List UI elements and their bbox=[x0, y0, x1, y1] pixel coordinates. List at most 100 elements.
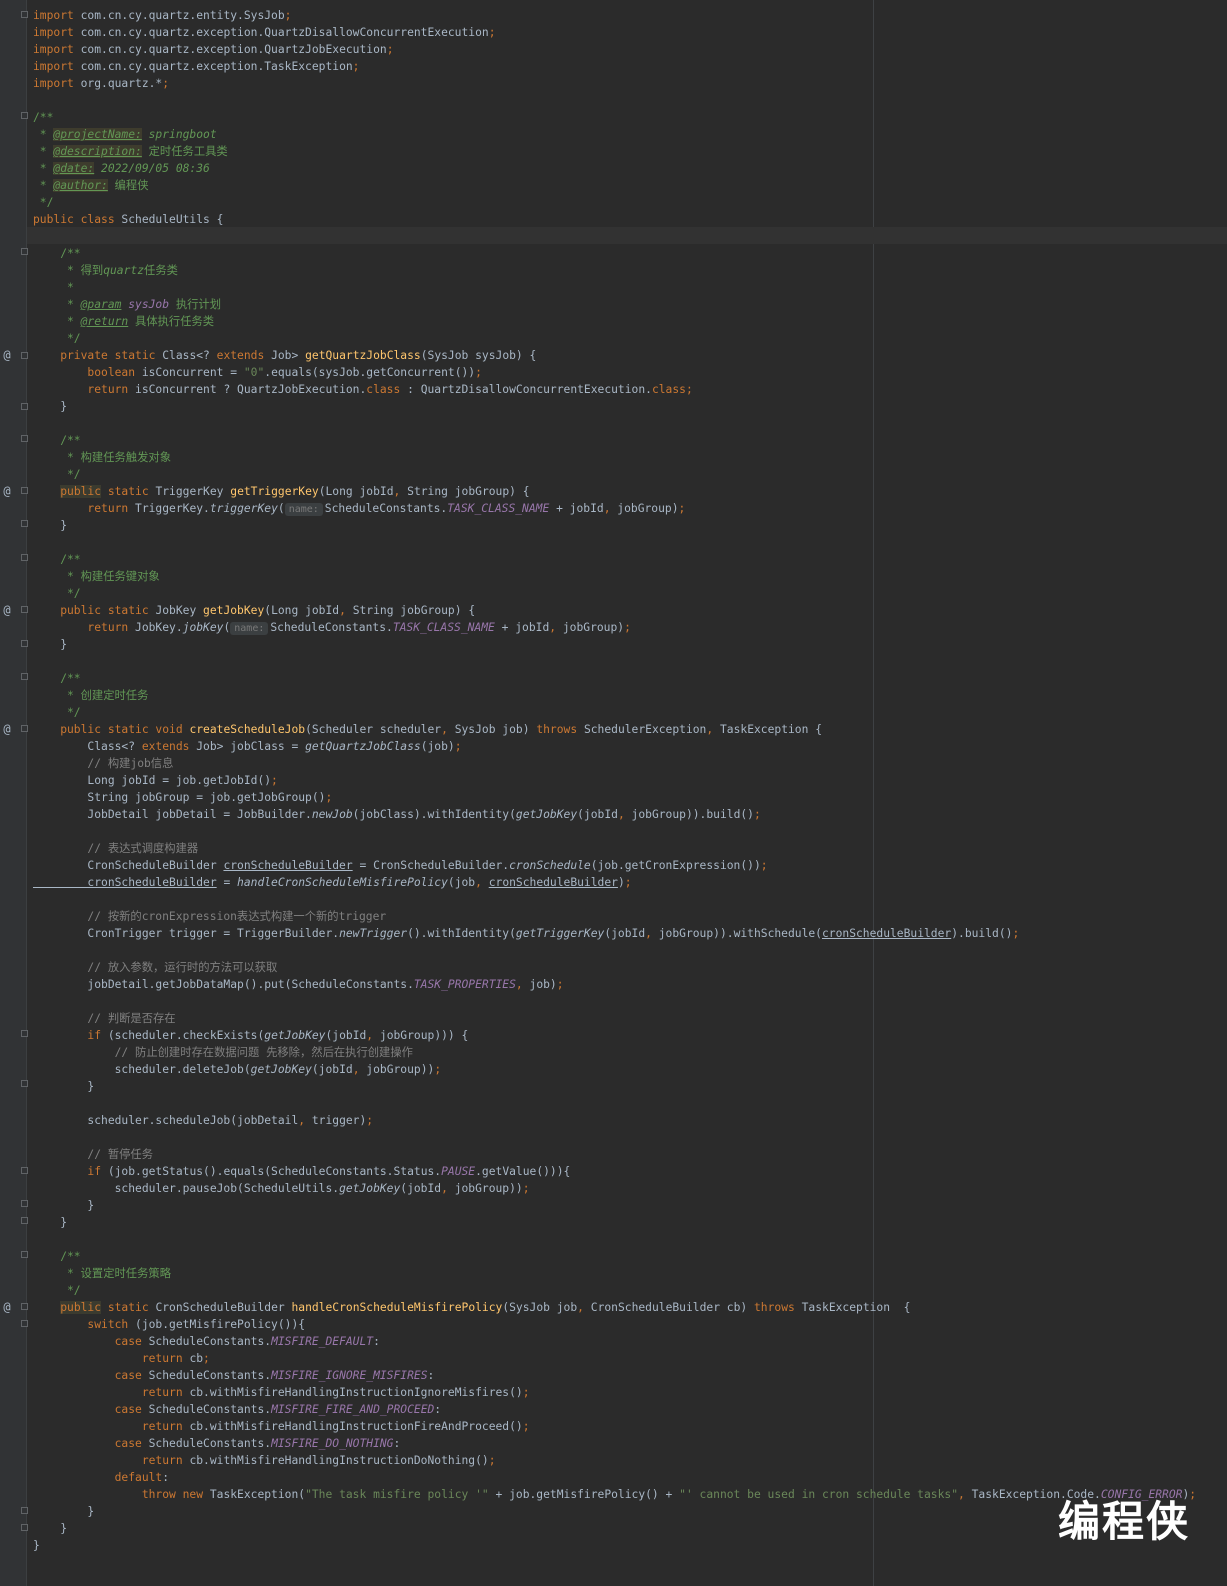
code-line[interactable]: String jobGroup = job.getJobGroup(); bbox=[33, 789, 332, 806]
fold-toggle-icon[interactable] bbox=[21, 1167, 28, 1174]
code-line[interactable]: switch (job.getMisfirePolicy()){ bbox=[33, 1316, 305, 1333]
code-line[interactable]: import com.cn.cy.quartz.exception.Quartz… bbox=[33, 41, 394, 58]
code-line[interactable]: /** bbox=[33, 245, 80, 262]
code-line[interactable]: return JobKey.jobKey(name: ScheduleConsta… bbox=[33, 619, 631, 636]
code-line[interactable]: public static TriggerKey getTriggerKey(L… bbox=[33, 483, 530, 500]
code-line[interactable]: * @description: 定时任务工具类 bbox=[33, 143, 228, 160]
code-line[interactable]: /** bbox=[33, 1248, 80, 1265]
code-line[interactable]: * 得到quartz任务类 bbox=[33, 262, 178, 279]
code-line[interactable]: return cb.withMisfireHandlingInstruction… bbox=[33, 1418, 530, 1435]
code-line[interactable]: /** bbox=[33, 109, 53, 126]
code-line[interactable]: scheduler.pauseJob(ScheduleUtils.getJobK… bbox=[33, 1180, 530, 1197]
code-line[interactable]: */ bbox=[33, 585, 81, 602]
code-line[interactable]: * 构建任务触发对象 bbox=[33, 449, 171, 466]
fold-toggle-icon[interactable] bbox=[21, 725, 28, 732]
code-line[interactable]: */ bbox=[33, 330, 81, 347]
code-line[interactable]: } bbox=[33, 636, 67, 653]
code-line[interactable]: } bbox=[33, 1520, 67, 1537]
code-line[interactable]: */ bbox=[33, 704, 81, 721]
code-line[interactable]: scheduler.scheduleJob(jobDetail, trigger… bbox=[33, 1112, 373, 1129]
code-line[interactable]: * bbox=[33, 279, 74, 296]
fold-toggle-icon[interactable] bbox=[21, 1320, 28, 1327]
code-line[interactable]: } bbox=[33, 1197, 94, 1214]
code-line[interactable]: public class ScheduleUtils { bbox=[33, 211, 223, 228]
override-gutter-icon[interactable]: @ bbox=[1, 347, 13, 364]
code-line[interactable]: } bbox=[33, 1503, 94, 1520]
fold-toggle-icon[interactable] bbox=[21, 1080, 28, 1087]
code-editor[interactable]: import com.cn.cy.quartz.entity.SysJob; im… bbox=[0, 0, 1227, 1586]
code-line[interactable]: return cb.withMisfireHandlingInstruction… bbox=[33, 1452, 496, 1469]
override-gutter-icon[interactable]: @ bbox=[1, 721, 13, 738]
code-line[interactable]: * 创建定时任务 bbox=[33, 687, 148, 704]
code-line[interactable]: boolean isConcurrent = "0".equals(sysJob… bbox=[33, 364, 482, 381]
code-line[interactable]: public static void createScheduleJob(Sch… bbox=[33, 721, 822, 738]
fold-toggle-icon[interactable] bbox=[21, 520, 28, 527]
code-line[interactable]: CronScheduleBuilder cronScheduleBuilder … bbox=[33, 857, 767, 874]
code-line[interactable]: cronScheduleBuilder = handleCronSchedule… bbox=[33, 874, 631, 891]
fold-toggle-icon[interactable] bbox=[21, 1251, 28, 1258]
code-line[interactable]: import com.cn.cy.quartz.entity.SysJob; bbox=[33, 7, 291, 24]
code-line[interactable]: */ bbox=[33, 1282, 81, 1299]
fold-toggle-icon[interactable] bbox=[21, 1507, 28, 1514]
fold-toggle-icon[interactable] bbox=[21, 487, 28, 494]
code-line[interactable]: throw new TaskException("The task misfir… bbox=[33, 1486, 1196, 1503]
code-line[interactable]: private static Class<? extends Job> getQ… bbox=[33, 347, 536, 364]
override-gutter-icon[interactable]: @ bbox=[1, 602, 13, 619]
code-line[interactable]: } bbox=[33, 398, 67, 415]
code-line[interactable]: default: bbox=[33, 1469, 169, 1486]
code-line[interactable]: // 表达式调度构建器 bbox=[33, 840, 198, 857]
code-line[interactable]: } bbox=[33, 517, 67, 534]
code-line[interactable]: /** bbox=[33, 551, 80, 568]
code-line[interactable]: Class<? extends Job> jobClass = getQuart… bbox=[33, 738, 461, 755]
fold-toggle-icon[interactable] bbox=[21, 435, 28, 442]
fold-toggle-icon[interactable] bbox=[21, 1217, 28, 1224]
code-line[interactable]: import com.cn.cy.quartz.exception.Quartz… bbox=[33, 24, 496, 41]
code-line[interactable]: // 暂停任务 bbox=[33, 1146, 153, 1163]
code-line[interactable]: * @param sysJob 执行计划 bbox=[33, 296, 221, 313]
code-line[interactable]: if (scheduler.checkExists(getJobKey(jobI… bbox=[33, 1027, 468, 1044]
code-line[interactable]: JobDetail jobDetail = JobBuilder.newJob(… bbox=[33, 806, 760, 823]
code-line[interactable]: * @projectName: springboot bbox=[33, 126, 217, 143]
fold-toggle-icon[interactable] bbox=[21, 403, 28, 410]
code-line[interactable]: * @date: 2022/09/05 08:36 bbox=[33, 160, 210, 177]
fold-toggle-icon[interactable] bbox=[21, 112, 28, 119]
fold-toggle-icon[interactable] bbox=[21, 248, 28, 255]
code-line[interactable]: /** bbox=[33, 670, 80, 687]
code-line[interactable]: import org.quartz.*; bbox=[33, 75, 169, 92]
code-line[interactable]: return cb; bbox=[33, 1350, 210, 1367]
code-line[interactable]: /** bbox=[33, 432, 80, 449]
fold-toggle-icon[interactable] bbox=[21, 1303, 28, 1310]
code-line[interactable]: return TriggerKey.triggerKey(name: Schedu… bbox=[33, 500, 685, 517]
code-line[interactable]: } bbox=[33, 1537, 40, 1554]
code-line[interactable]: // 判断是否存在 bbox=[33, 1010, 175, 1027]
code-line[interactable]: } bbox=[33, 1214, 67, 1231]
fold-toggle-icon[interactable] bbox=[21, 1524, 28, 1531]
override-gutter-icon[interactable]: @ bbox=[1, 483, 13, 500]
code-line[interactable]: */ bbox=[33, 194, 54, 211]
code-line[interactable]: scheduler.deleteJob(getJobKey(jobId, job… bbox=[33, 1061, 442, 1078]
fold-toggle-icon[interactable] bbox=[21, 1030, 28, 1037]
code-line[interactable]: public static JobKey getJobKey(Long jobI… bbox=[33, 602, 475, 619]
code-line[interactable]: public static CronScheduleBuilder handle… bbox=[33, 1299, 910, 1316]
code-line[interactable]: case ScheduleConstants.MISFIRE_DO_NOTHIN… bbox=[33, 1435, 401, 1452]
code-line[interactable]: // 按新的cronExpression表达式构建一个新的trigger bbox=[33, 908, 386, 925]
code-line[interactable]: jobDetail.getJobDataMap().put(ScheduleCo… bbox=[33, 976, 563, 993]
code-line[interactable]: if (job.getStatus().equals(ScheduleConst… bbox=[33, 1163, 570, 1180]
code-line[interactable]: */ bbox=[33, 466, 81, 483]
fold-toggle-icon[interactable] bbox=[21, 640, 28, 647]
code-line[interactable]: * 构建任务键对象 bbox=[33, 568, 160, 585]
code-line[interactable]: return isConcurrent ? QuartzJobExecution… bbox=[33, 381, 692, 398]
fold-toggle-icon[interactable] bbox=[21, 606, 28, 613]
fold-toggle-icon[interactable] bbox=[21, 1200, 28, 1207]
override-gutter-icon[interactable]: @ bbox=[1, 1299, 13, 1316]
code-line[interactable]: * @return 具体执行任务类 bbox=[33, 313, 214, 330]
code-line[interactable]: * 设置定时任务策略 bbox=[33, 1265, 171, 1282]
code-line[interactable]: case ScheduleConstants.MISFIRE_FIRE_AND_… bbox=[33, 1401, 442, 1418]
code-line[interactable]: import com.cn.cy.quartz.exception.TaskEx… bbox=[33, 58, 359, 75]
fold-toggle-icon[interactable] bbox=[21, 554, 28, 561]
code-line[interactable]: } bbox=[33, 1078, 94, 1095]
fold-toggle-icon[interactable] bbox=[21, 11, 28, 18]
code-line[interactable]: Long jobId = job.getJobId(); bbox=[33, 772, 277, 789]
code-line[interactable]: case ScheduleConstants.MISFIRE_IGNORE_MI… bbox=[33, 1367, 435, 1384]
fold-toggle-icon[interactable] bbox=[21, 673, 28, 680]
